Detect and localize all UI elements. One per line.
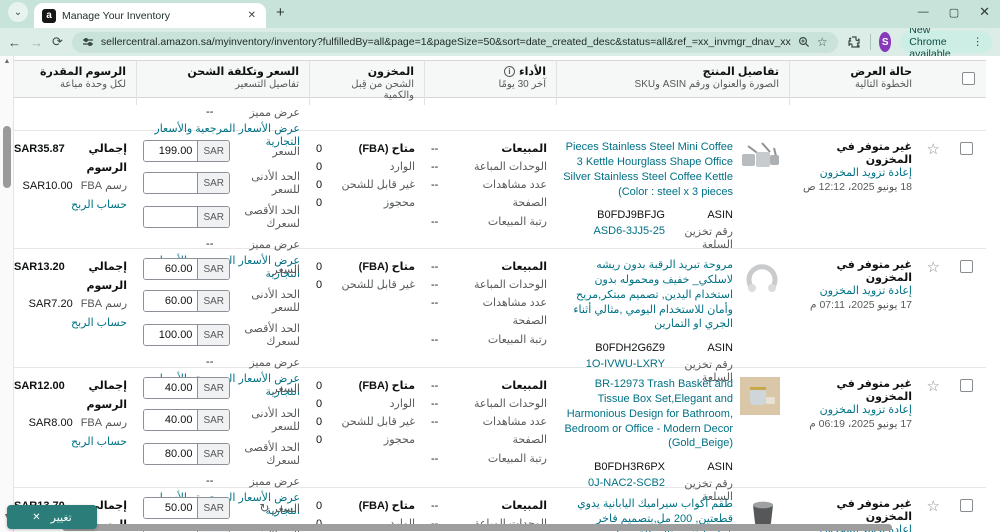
browser-window: ⌄ a Manage Your Inventory ✕ + — ▢ ✕ ← → … [0,0,1000,532]
select-all-checkbox[interactable] [961,72,975,85]
change-label: تغيير [50,511,72,524]
min-price-input[interactable] [144,410,198,430]
refresh-price-icon[interactable]: ↻ [259,501,269,515]
min-price-input[interactable] [144,291,198,311]
vertical-scrollbar-thumb[interactable] [3,126,11,188]
asin-value: B0FDH3R6PX [594,461,665,474]
table-row: ☆ غير متوفر في المخزون إعادة تزويد المخز… [8,368,986,517]
site-settings-icon[interactable] [82,36,94,48]
restock-link[interactable]: إعادة تزويد المخزون [820,284,912,297]
close-icon[interactable]: ✕ [32,512,40,523]
scroll-up-arrow-icon[interactable]: ▲ [0,58,14,65]
created-date: 18 يونيو 2025، 12:12 ص [803,181,912,193]
horizontal-scrollbar-thumb[interactable] [62,524,892,531]
row-checkbox[interactable] [959,260,973,273]
max-price-input[interactable] [144,444,198,464]
max-price-input[interactable] [144,207,198,227]
price-input[interactable] [144,259,198,279]
table-row: ☆ غير متوفر في المخزون إعادة تزويد المخز… [8,131,986,280]
window-minimize-button[interactable]: — [918,6,929,18]
window-close-button[interactable]: ✕ [979,4,990,20]
new-chrome-available-button[interactable]: New Chrome available ⋮ [900,24,993,60]
tab-close-icon[interactable]: ✕ [246,10,258,21]
table-row: ☆ غير متوفر في المخزون إعادة تزويد المخز… [8,249,986,398]
forward-button[interactable]: → [30,35,43,50]
restock-link[interactable]: إعادة تزويد المخزون [820,166,912,179]
profit-calculator-link[interactable]: حساب الربح [71,196,127,215]
price-input[interactable] [144,498,198,518]
bookmark-star-icon[interactable]: ☆ [817,35,828,49]
price-input[interactable] [144,141,198,161]
created-date: 17 يونيو 2025، 07:11 م [810,299,912,311]
profile-avatar[interactable]: S [879,32,892,52]
max-price-input[interactable] [144,325,198,345]
price-input[interactable] [144,378,198,398]
favorite-star-icon[interactable]: ☆ [927,141,940,158]
back-button[interactable]: ← [8,35,21,50]
new-tab-button[interactable]: + [276,4,285,21]
product-title-link[interactable]: BR-12973 Trash Basket and Tissue Box Set… [563,377,733,451]
favorite-star-icon[interactable]: ☆ [927,378,940,395]
sku-link[interactable]: ASD6-3JJ5-25 [593,225,665,237]
toolbar-divider [869,34,871,50]
tab-title: Manage Your Inventory [62,9,170,22]
change-tooltip-button[interactable]: تغيير ✕ [7,505,97,529]
reload-button[interactable]: ⟳ [52,34,63,50]
asin-value: B0FDH2G6Z9 [595,342,665,355]
table-row-partial: عرض مميز -- عرض الأسعار المرجعية والأسعار… [8,98,986,148]
status-badge: غير متوفر في المخزون [836,141,912,166]
asin-value: B0FDJ9BFJG [597,209,665,222]
profit-calculator-link[interactable]: حساب الربح [71,314,127,333]
status-badge: غير متوفر في المخزون [836,378,912,403]
window-maximize-button[interactable]: ▢ [949,6,959,19]
tab-strip: ⌄ a Manage Your Inventory ✕ + — ▢ ✕ [0,0,1000,28]
row-checkbox[interactable] [959,379,973,392]
product-title-link[interactable]: Pieces Stainless Steel Mini Coffee 3 Ket… [563,140,733,199]
browser-toolbar: ← → ⟳ sellercentral.amazon.sa/myinventor… [0,24,1000,60]
created-date: 17 يونيو 2025، 06:19 م [809,418,912,430]
browser-tab[interactable]: a Manage Your Inventory ✕ [34,3,266,28]
zoom-icon[interactable] [798,36,810,48]
extensions-puzzle-icon[interactable] [847,35,861,49]
url-text: sellercentral.amazon.sa/myinventory/inve… [100,36,791,48]
vertical-scrollbar[interactable]: ▲ ▼ [0,56,14,532]
amazon-favicon-icon: a [42,8,56,23]
row-checkbox[interactable] [959,499,973,512]
status-badge: غير متوفر في المخزون [836,259,912,284]
info-icon[interactable]: i [503,66,515,77]
favorite-star-icon[interactable]: ☆ [927,498,940,515]
new-chrome-label: New Chrome available [909,24,951,60]
restock-link[interactable]: إعادة تزويد المخزون [820,403,912,416]
product-image-basket [740,377,780,503]
table-header: حالة العرض الخطوة التالية تفاصيل المنتج … [8,60,986,105]
min-price-input[interactable] [144,173,198,193]
status-badge: غير متوفر في المخزون [836,498,912,523]
inventory-page: حالة العرض الخطوة التالية تفاصيل المنتج … [0,56,1000,532]
product-image-neck-fan [740,258,780,384]
tab-search-chevron-icon[interactable]: ⌄ [8,2,28,22]
chrome-menu-kebab-icon[interactable]: ⋮ [973,36,984,48]
favorite-star-icon[interactable]: ☆ [927,259,940,276]
product-title-link[interactable]: مروحة تبريد الرقبة بدون ريشه لاسلكي_ خفي… [563,258,733,332]
row-checkbox[interactable] [959,142,973,155]
product-image-kettles [740,140,780,251]
address-bar[interactable]: sellercentral.amazon.sa/myinventory/inve… [71,31,838,53]
profit-calculator-link[interactable]: حساب الربح [71,433,127,452]
